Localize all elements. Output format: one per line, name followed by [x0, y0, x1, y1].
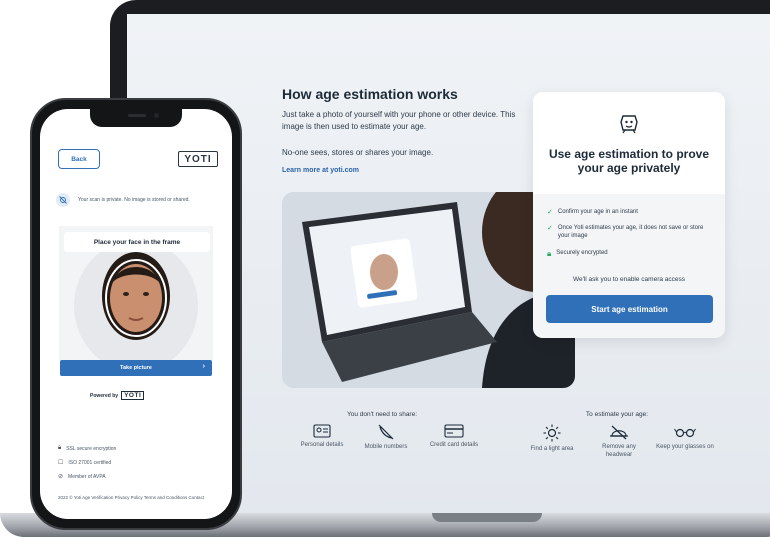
dont-need-caption: Credit card details: [429, 442, 479, 448]
to-estimate-label: To estimate your age:: [585, 411, 649, 418]
laptop-illustration: [282, 192, 575, 388]
glasses-icon: [674, 428, 696, 438]
check-item: ✓ Confirm your age in an instant: [547, 208, 717, 216]
check-icon: ✓: [547, 209, 553, 216]
dont-need-caption: Personal details: [300, 442, 344, 448]
illustration-photo: [282, 192, 575, 388]
dont-need-item: Credit card details: [424, 424, 484, 450]
to-estimate-caption: Keep your glasses on: [656, 444, 714, 450]
to-estimate-item: Find a light area: [522, 424, 582, 454]
badge-label: ISO 27001 certified: [68, 459, 112, 466]
to-estimate-item: Keep your glasses on: [655, 426, 715, 452]
page-title: How age estimation works: [282, 86, 458, 102]
to-estimate-item: Remove any headwear: [589, 424, 649, 459]
sun-icon: [543, 424, 561, 442]
back-button[interactable]: Back: [58, 149, 100, 169]
check-text: Confirm your age in an instant: [557, 209, 638, 215]
badge-ssl: 🔒︎ SSL secure encryption: [58, 445, 116, 452]
phone-notch: [90, 109, 182, 127]
badge-iso: ☐ ISO 27001 certified: [58, 459, 112, 467]
scan-privacy-text: Your scan is private. No image is stored…: [78, 197, 190, 203]
take-picture-button[interactable]: Take picture ›: [60, 360, 212, 376]
camera-note: We'll ask you to enable camera access: [572, 276, 686, 283]
phone-off-icon: [378, 424, 394, 440]
powered-by: Powered by YOTI: [90, 391, 200, 400]
dont-need-caption: Mobile numbers: [364, 444, 408, 450]
badge-avpa: ⊘ Member of AVPA: [58, 473, 106, 481]
badge-label: SSL secure encryption: [66, 445, 117, 452]
start-age-estimation-button[interactable]: Start age estimation: [546, 295, 713, 323]
dont-need-label: You don't need to share:: [346, 411, 418, 418]
learn-more-link[interactable]: Learn more at yoti.com: [282, 167, 359, 174]
check-text: Securely encrypted: [556, 250, 608, 256]
check-icon: ✓: [547, 225, 553, 232]
certificate-icon: ☐: [58, 460, 64, 466]
age-estimation-card: Use age estimation to prove your age pri…: [533, 92, 725, 338]
to-estimate-caption: Remove any headwear: [602, 444, 636, 458]
chevron-right-icon: ›: [202, 363, 205, 370]
yoti-logo: YOTI: [178, 151, 218, 167]
check-item: 🔒︎ Securely encrypted: [547, 249, 717, 259]
take-picture-label: Take picture: [120, 365, 152, 371]
card-title: Use age estimation to prove your age pri…: [548, 147, 710, 175]
phone-footer[interactable]: 2022 © Yoti Age Verification Privacy Pol…: [58, 495, 223, 501]
frame-instruction: Place your face in the frame: [64, 232, 210, 252]
private-scan-icon: [56, 193, 70, 207]
dont-need-item: Mobile numbers: [356, 424, 416, 452]
id-card-icon: [313, 424, 331, 438]
no-hat-icon: [610, 425, 628, 440]
laptop-hinge-notch: [432, 513, 542, 522]
check-circle-icon: ⊘: [58, 474, 64, 480]
powered-by-text: Powered by: [90, 392, 119, 399]
intro-text: Just take a photo of yourself with your …: [282, 110, 516, 131]
credit-card-icon: [444, 424, 464, 438]
to-estimate-caption: Find a light area: [530, 446, 574, 452]
check-text: Once Yoti estimates your age, it does no…: [557, 225, 704, 239]
badge-label: Member of AVPA: [68, 473, 106, 480]
check-item: ✓ Once Yoti estimates your age, it does …: [547, 224, 712, 240]
privacy-text: No-one sees, stores or shares your image…: [282, 148, 434, 157]
yoti-mini-logo: YOTI: [121, 391, 145, 400]
phone-screen: Back YOTI Your scan is private. No image…: [40, 109, 232, 519]
card-header: Use age estimation to prove your age pri…: [533, 92, 725, 194]
robot-face-icon: [620, 115, 638, 134]
lock-icon: 🔒︎: [58, 445, 62, 451]
dont-need-item: Personal details: [292, 424, 352, 450]
lock-icon: 🔒︎: [547, 249, 552, 258]
